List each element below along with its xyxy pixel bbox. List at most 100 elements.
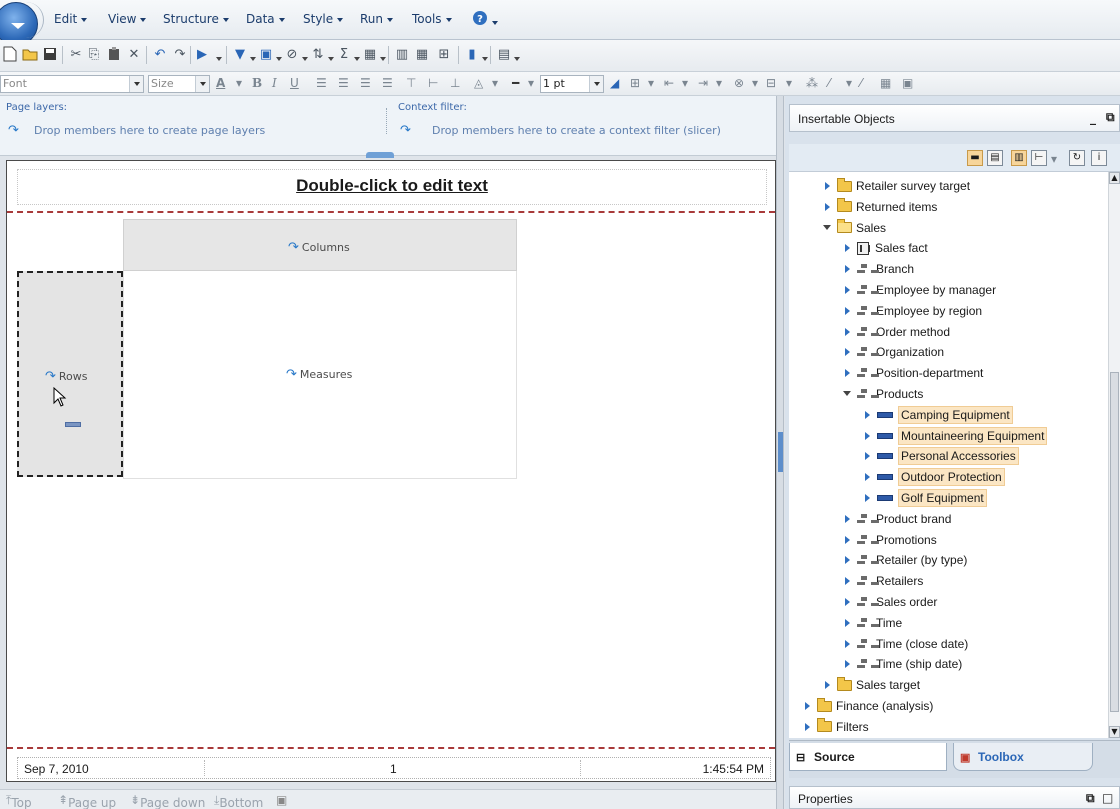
chevron-down-icon[interactable]: ▾ [716,76,722,90]
restore-icon[interactable]: ⧉ [1106,110,1115,125]
expand-icon[interactable] [843,535,853,545]
size-combo[interactable]: Size [148,75,210,93]
chart-icon[interactable]: ▮ [464,46,480,62]
copy-icon[interactable]: ⎘ [86,46,102,62]
tree-item[interactable]: Order method [843,322,950,342]
valign-bottom-icon[interactable]: ⊥ [450,76,460,90]
tree-item[interactable]: Camping Equipment [863,405,1013,425]
clear-format-icon[interactable]: ⁂ [806,76,818,90]
footer-date[interactable]: Sep 7, 2010 [24,762,89,776]
italic-icon[interactable]: I [272,76,277,90]
expand-icon[interactable] [843,597,853,607]
line-width-combo[interactable]: 1 pt [540,75,604,93]
align-justify-icon[interactable]: ☰ [382,76,393,90]
expand-icon[interactable] [843,285,853,295]
chevron-down-icon[interactable]: ▾ [752,76,758,90]
open-folder-icon[interactable] [22,46,38,62]
chevron-down-icon[interactable]: ▾ [492,76,498,90]
expand-icon[interactable] [843,618,853,628]
new-document-icon[interactable] [2,46,18,62]
expand-icon[interactable] [843,368,853,378]
chevron-down-icon[interactable] [195,76,209,92]
expand-icon[interactable] [823,680,833,690]
tree-item[interactable]: Position-department [843,363,983,383]
tree-item[interactable]: Employee by region [843,301,982,321]
expand-icon[interactable] [863,472,873,482]
summarize-icon[interactable]: Σ [336,46,352,62]
redo-icon[interactable]: ↷ [172,46,188,62]
calculate-icon[interactable]: ▦ [362,46,378,62]
menu-help[interactable]: ? [472,10,498,29]
tree-view-icon[interactable]: ▥ [1011,150,1027,166]
chevron-down-icon[interactable]: ▾ [648,76,654,90]
tree-item[interactable]: Sales [823,218,886,238]
menu-edit[interactable]: Edit [54,12,88,26]
tree-item[interactable]: Retailer survey target [823,176,970,196]
chevron-down-icon[interactable] [380,57,386,61]
tab-toolbox[interactable]: ▣ Toolbox [953,743,1093,771]
chevron-down-icon[interactable] [129,76,143,92]
fill-color-icon[interactable]: ◬ [474,76,483,90]
tree-item[interactable]: Sales order [843,592,937,612]
chevron-down-icon[interactable] [276,57,282,61]
columns-drop-zone[interactable]: ↷ Columns [123,219,517,271]
menu-structure[interactable]: Structure [163,12,229,26]
chevron-down-icon[interactable] [514,57,520,61]
expand-icon[interactable] [843,659,853,669]
collapse-drop-zone-handle[interactable] [366,152,394,158]
line-color-icon[interactable]: ◢ [610,76,619,90]
tree-item[interactable]: Time (ship date) [843,654,962,674]
group-icon[interactable]: ▥ [394,46,410,62]
borders-icon[interactable]: ⊞ [630,76,640,90]
page-top-button[interactable]: ⤒ Top [6,793,32,809]
expand-icon[interactable] [803,701,813,711]
tree-item[interactable]: Promotions [843,530,937,550]
page-down-button[interactable]: ⇟ Page down [130,793,205,809]
info-icon[interactable]: i [1091,150,1107,166]
page-bottom-button[interactable]: ⤓ Bottom [214,793,263,809]
chevron-down-icon[interactable] [589,76,603,92]
cut-icon[interactable]: ✂ [68,46,84,62]
chevron-down-icon[interactable] [216,57,222,61]
tree-item[interactable]: Products [843,384,923,404]
footer-time[interactable]: 1:45:54 PM [703,762,764,776]
measures-drop-zone[interactable]: ↷ Measures [123,271,517,479]
chevron-down-icon[interactable]: ▾ [1051,152,1057,166]
expand-icon[interactable] [843,347,853,357]
minimize-icon[interactable]: _ [1090,111,1096,125]
suppress-icon[interactable]: ▣ [258,46,274,62]
page-layers-drop-zone[interactable]: Drop members here to create page layers [34,124,265,137]
tree-item[interactable]: Sales fact [843,238,928,258]
tree-item[interactable]: Employee by manager [843,280,996,300]
apply-style-icon[interactable]: ⁄ [860,76,862,90]
chevron-down-icon[interactable]: ▾ [236,76,242,90]
details-view-icon[interactable]: ▤ [987,150,1003,166]
delete-icon[interactable]: ✕ [126,46,142,62]
expand-icon[interactable] [843,306,853,316]
image-icon[interactable]: ▣ [902,76,913,90]
tab-source[interactable]: ⊟ Source [789,743,947,771]
tree-item[interactable]: Time [843,613,902,633]
menu-tools[interactable]: Tools [412,12,452,26]
tree-item[interactable]: Outdoor Protection [863,467,1005,487]
undo-icon[interactable]: ↶ [152,46,168,62]
align-center-icon[interactable]: ☰ [338,76,349,90]
footer-page-number[interactable]: 1 [390,762,397,776]
collapse-icon[interactable] [843,389,853,399]
expand-icon[interactable] [843,639,853,649]
indent-icon[interactable]: ⇤ [664,76,674,90]
align-left-icon[interactable]: ☰ [316,76,327,90]
report-title[interactable]: Double-click to edit text [18,176,766,196]
hierarchy-view-icon[interactable]: ⊢ [1031,150,1047,166]
insert-chart-icon[interactable]: ▤ [496,46,512,62]
expand-icon[interactable] [823,181,833,191]
paste-icon[interactable] [106,46,122,62]
collapse-icon[interactable] [823,223,833,233]
page-options-icon[interactable]: ▣ [276,793,287,807]
chevron-down-icon[interactable] [354,57,360,61]
expand-icon[interactable] [843,576,853,586]
expand-icon[interactable] [863,451,873,461]
tree-item[interactable]: Finance (analysis) [803,696,933,716]
refresh-icon[interactable]: ↻ [1069,150,1085,166]
menu-view[interactable]: View [108,12,147,26]
